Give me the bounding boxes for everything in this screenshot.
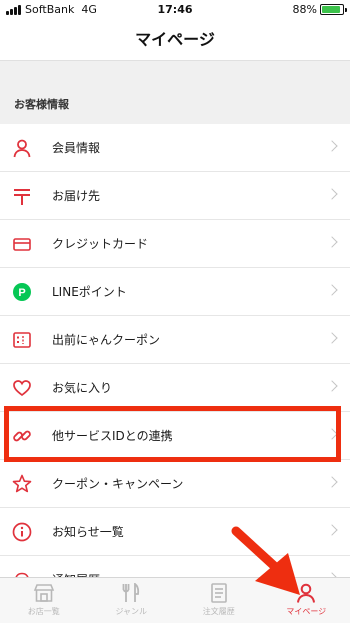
menu-item-label: LINEポイント bbox=[52, 285, 127, 299]
chevron-right-icon bbox=[326, 476, 338, 488]
person-icon bbox=[297, 583, 316, 603]
chevron-right-icon bbox=[326, 284, 338, 296]
menu-item-label: クレジットカード bbox=[52, 237, 149, 251]
tab-my-page[interactable]: マイページ bbox=[263, 578, 350, 623]
menu-item-label: お気に入り bbox=[52, 381, 113, 395]
menu-item-line-points[interactable]: P LINEポイント bbox=[0, 268, 350, 316]
menu-item-delivery-address[interactable]: お届け先 bbox=[0, 172, 350, 220]
credit-card-icon bbox=[12, 234, 32, 254]
chevron-right-icon bbox=[326, 140, 338, 152]
menu-item-label: お知らせ一覧 bbox=[52, 525, 124, 539]
menu-item-label: 会員情報 bbox=[52, 141, 101, 155]
postal-mark-icon bbox=[12, 186, 32, 206]
tab-bar: お店一覧 ジャンル 注文履歴 マイページ bbox=[0, 577, 350, 623]
tab-genre[interactable]: ジャンル bbox=[88, 578, 176, 623]
tab-order-history[interactable]: 注文履歴 bbox=[175, 578, 263, 623]
battery-icon bbox=[320, 4, 347, 15]
chevron-right-icon bbox=[326, 524, 338, 536]
menu-item-favorites[interactable]: お気に入り bbox=[0, 364, 350, 412]
chevron-right-icon bbox=[326, 236, 338, 248]
receipt-icon bbox=[210, 583, 227, 603]
menu-item-service-id-link[interactable]: 他サービスIDとの連携 bbox=[0, 412, 350, 460]
section-title: お客様情報 bbox=[14, 98, 69, 111]
info-icon bbox=[12, 522, 32, 542]
tab-label: お店一覧 bbox=[27, 607, 60, 616]
tab-store-list[interactable]: お店一覧 bbox=[0, 578, 88, 623]
star-icon bbox=[12, 474, 32, 494]
battery-percent: 88% bbox=[292, 3, 317, 16]
chevron-right-icon bbox=[326, 428, 338, 440]
menu-item-label: クーポン・キャンペーン bbox=[52, 477, 184, 491]
page-title: マイページ bbox=[0, 20, 350, 60]
menu-item-demae-coupon[interactable]: 出前にゃんクーポン bbox=[0, 316, 350, 364]
store-icon bbox=[33, 584, 54, 602]
tab-label: ジャンル bbox=[115, 607, 148, 616]
status-right: 88% bbox=[292, 3, 347, 16]
menu-item-label: 他サービスIDとの連携 bbox=[52, 429, 173, 443]
line-points-letter: P bbox=[18, 287, 25, 299]
cutlery-icon bbox=[122, 583, 140, 602]
menu-item-label: お届け先 bbox=[52, 189, 101, 203]
link-icon bbox=[12, 426, 32, 446]
coupon-icon bbox=[12, 330, 32, 350]
line-points-icon: P bbox=[12, 282, 32, 302]
tab-label: マイページ bbox=[286, 607, 327, 616]
chevron-right-icon bbox=[326, 332, 338, 344]
chevron-right-icon bbox=[326, 380, 338, 392]
menu-item-coupons-campaigns[interactable]: クーポン・キャンペーン bbox=[0, 460, 350, 508]
person-icon bbox=[12, 138, 32, 158]
menu-item-member-info[interactable]: 会員情報 bbox=[0, 124, 350, 172]
battery-fill bbox=[322, 6, 340, 13]
section-header: お客様情報 bbox=[0, 60, 350, 124]
tab-label: 注文履歴 bbox=[202, 607, 235, 616]
chevron-right-icon bbox=[326, 188, 338, 200]
menu-list: 会員情報 お届け先 クレジットカード P LINEポイント 出前にゃんクーポン bbox=[0, 124, 350, 604]
menu-item-label: 出前にゃんクーポン bbox=[52, 333, 161, 347]
status-bar: SoftBank 4G 17:46 88% bbox=[0, 0, 350, 20]
menu-item-credit-card[interactable]: クレジットカード bbox=[0, 220, 350, 268]
heart-icon bbox=[12, 378, 32, 398]
menu-item-notices[interactable]: お知らせ一覧 bbox=[0, 508, 350, 556]
